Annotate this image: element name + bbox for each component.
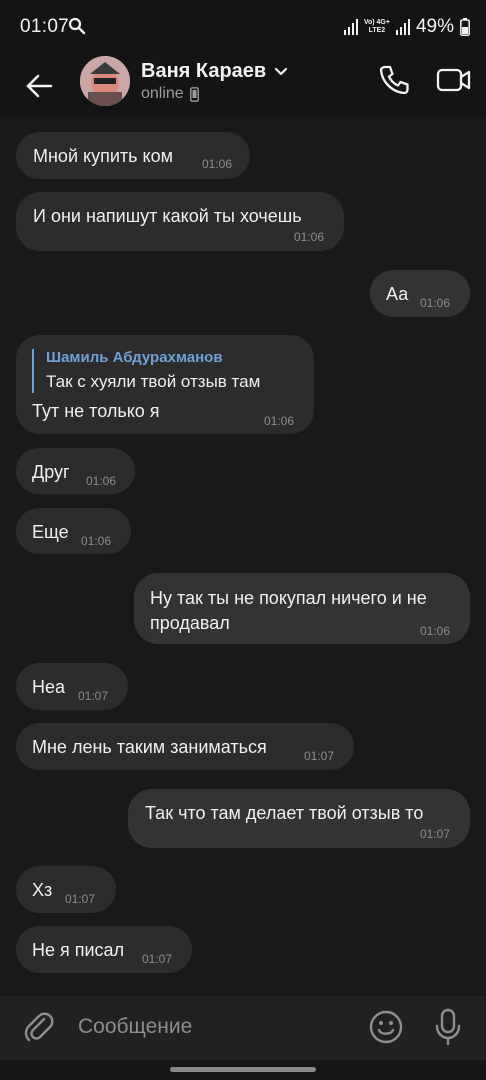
arrow-left-icon — [26, 74, 53, 98]
chevron-down-icon — [275, 67, 288, 75]
message-bubble[interactable]: Аа 01:06 — [370, 270, 470, 317]
contact-name[interactable]: Ваня Караев — [141, 60, 288, 83]
contact-status: online — [141, 85, 199, 103]
microphone-icon — [435, 1008, 461, 1046]
message-text: Неа — [32, 677, 66, 697]
search-icon — [68, 17, 86, 35]
message-bubble[interactable]: Не я писал 01:07 — [16, 926, 192, 973]
message-text: Тут не только я — [32, 401, 160, 421]
message-text: Мне лень таким заниматься — [32, 737, 267, 757]
message-time: 01:06 — [81, 534, 112, 548]
phone-device-icon — [189, 86, 199, 102]
avatar-image — [80, 56, 130, 106]
message-bubble[interactable]: Мной купить ком 01:06 — [16, 132, 250, 179]
message-bubble[interactable]: Хз 01:07 — [16, 866, 116, 913]
message-bubble[interactable]: Неа 01:07 — [16, 663, 128, 710]
status-time: 01:07 — [20, 16, 70, 37]
message-text: Мной купить ком — [33, 146, 173, 166]
message-time: 01:06 — [420, 296, 451, 310]
message-bubble[interactable]: И они напишут какой ты хочешь 01:06 — [16, 192, 344, 251]
call-button[interactable] — [376, 62, 412, 98]
message-text: Так что там делает твой отзыв то — [145, 803, 424, 823]
message-text-line-1: Ну так ты не покупал ничего и не — [150, 588, 427, 608]
signal-icon — [343, 19, 358, 35]
message-time: 01:07 — [78, 689, 109, 703]
signal-icon-2 — [395, 19, 410, 35]
status-indicators: Vo) 4G+ LTE2 49% — [343, 16, 470, 38]
message-text: Не я писал — [32, 940, 125, 960]
reply-quote-bar — [32, 349, 34, 393]
message-time: 01:06 — [202, 157, 233, 171]
message-bubble[interactable]: Друг 01:06 — [16, 448, 135, 494]
video-camera-icon — [436, 68, 471, 92]
message-time: 01:06 — [264, 414, 295, 428]
message-input[interactable] — [78, 1012, 338, 1042]
message-time: 01:06 — [86, 474, 117, 488]
attach-button[interactable] — [22, 1010, 56, 1044]
message-bubble[interactable]: Ну так ты не покупал ничего и не продава… — [134, 573, 470, 644]
voice-record-button[interactable] — [434, 1008, 462, 1046]
smile-icon — [369, 1010, 403, 1044]
message-text: Аа — [386, 284, 409, 304]
reply-text[interactable]: Так с хуяли твой отзыв там — [46, 372, 260, 392]
message-time: 01:06 — [420, 624, 451, 638]
contact-name-text: Ваня Караев — [141, 60, 267, 82]
avatar[interactable] — [80, 56, 130, 106]
system-nav-bar — [0, 1060, 486, 1080]
home-handle[interactable] — [170, 1067, 316, 1072]
message-time: 01:07 — [304, 749, 335, 763]
chat-header: Ваня Караев online — [0, 56, 486, 116]
message-time: 01:06 — [294, 230, 325, 244]
message-bubble[interactable]: Шамиль Абдурахманов Так с хуяли твой отз… — [16, 335, 314, 434]
back-button[interactable] — [22, 66, 56, 106]
battery-percent: 49% — [415, 16, 454, 37]
paperclip-icon — [24, 1012, 54, 1042]
status-bar: 01:07 Vo) 4G+ LTE2 49% — [0, 0, 486, 56]
contact-status-text: online — [141, 85, 184, 102]
message-composer — [0, 996, 486, 1060]
message-text: Еще — [32, 522, 69, 542]
message-text: И они напишут какой ты хочешь — [33, 206, 302, 226]
message-time: 01:07 — [65, 892, 96, 906]
message-text: Хз — [32, 880, 53, 900]
message-bubble[interactable]: Еще 01:06 — [16, 508, 131, 554]
phone-icon — [379, 65, 409, 95]
battery-icon — [460, 18, 470, 36]
message-bubble[interactable]: Мне лень таким заниматься 01:07 — [16, 723, 354, 770]
reply-author[interactable]: Шамиль Абдурахманов — [46, 349, 223, 366]
message-text: Друг — [32, 462, 70, 482]
video-call-button[interactable] — [436, 62, 472, 98]
message-text-line-2: продавал — [150, 613, 230, 633]
message-time: 01:07 — [420, 827, 451, 841]
emoji-button[interactable] — [368, 1009, 404, 1045]
message-time: 01:07 — [142, 952, 173, 966]
network-type: Vo) 4G+ LTE2 — [363, 19, 390, 34]
message-bubble[interactable]: Так что там делает твой отзыв то 01:07 — [128, 789, 470, 848]
